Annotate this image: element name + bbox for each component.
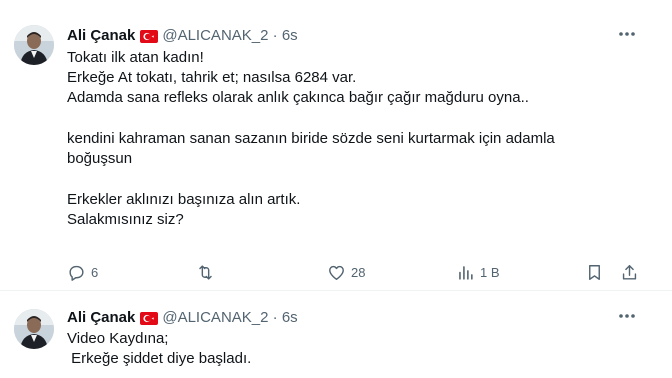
more-options-icon[interactable] [616,306,638,326]
tweet[interactable]: Ali Çanak @ALICANAK_2 · 6s Video Kaydına;… [0,291,672,378]
views-chart-icon [459,265,473,280]
share-button[interactable] [620,262,639,282]
separator-dot: · [272,309,278,326]
tweet-line: Video Kaydına; [67,330,169,347]
avatar[interactable] [14,309,54,349]
bookmark-button[interactable] [585,262,604,282]
like-count: 28 [351,264,366,280]
tweet-time[interactable]: 6s [282,27,298,44]
tweet-line: Erkeğe At tokatı, tahrik et; nasılsa 628… [67,69,357,86]
tweet-line: Erkekler aklınızı başınıza alın artık. [67,191,301,208]
bookmark-icon [589,264,600,280]
tweet-actions: 6 28 1 B [67,262,647,282]
author-handle[interactable]: @ALICANAK_2 [162,27,268,44]
tweet-line: Salakmısınız siz? [67,211,184,228]
author-handle[interactable]: @ALICANAK_2 [162,309,268,326]
tweet-time[interactable]: 6s [282,309,298,326]
like-button[interactable]: 28 [327,262,365,282]
tweet-line: Erkeğe şiddet diye başladı. [67,350,252,367]
tweet-line [67,169,642,190]
retweet-button[interactable] [196,262,220,282]
tweet-line: boğuşsun [67,150,133,167]
share-icon [622,264,637,280]
turkey-flag-icon [140,311,159,331]
reply-count: 6 [91,264,99,280]
tweet-line [67,108,642,129]
tweet-text: Tokatı ilk atan kadın! Erkeğe At tokatı,… [67,48,642,230]
tweet-line: Tokatı ilk atan kadın! [67,49,204,66]
heart-icon [329,265,344,280]
separator-dot: · [272,27,278,44]
reply-icon [69,265,84,281]
tweet[interactable]: Ali Çanak @ALICANAK_2 · 6s Tokatı ilk ata… [0,0,672,291]
retweet-icon [199,264,212,280]
tweet-text: Video Kaydına; Erkeğe şiddet diye başlad… [67,329,642,369]
author-name[interactable]: Ali Çanak [67,309,135,326]
more-options-icon[interactable] [616,24,638,44]
tweet-header: Ali Çanak @ALICANAK_2 · 6s [67,308,298,328]
tweet-line: Adamda sana refleks olarak anlık çakınca… [67,89,529,106]
turkey-flag-icon [140,29,159,49]
tweet-header: Ali Çanak @ALICANAK_2 · 6s [67,26,298,46]
views-count: 1 B [480,264,500,280]
tweet-line: kendini kahraman sanan sazanın biride sö… [67,130,555,147]
author-name[interactable]: Ali Çanak [67,27,135,44]
avatar[interactable] [14,25,54,65]
reply-button[interactable]: 6 [67,262,98,282]
views-button[interactable]: 1 B [456,262,500,282]
